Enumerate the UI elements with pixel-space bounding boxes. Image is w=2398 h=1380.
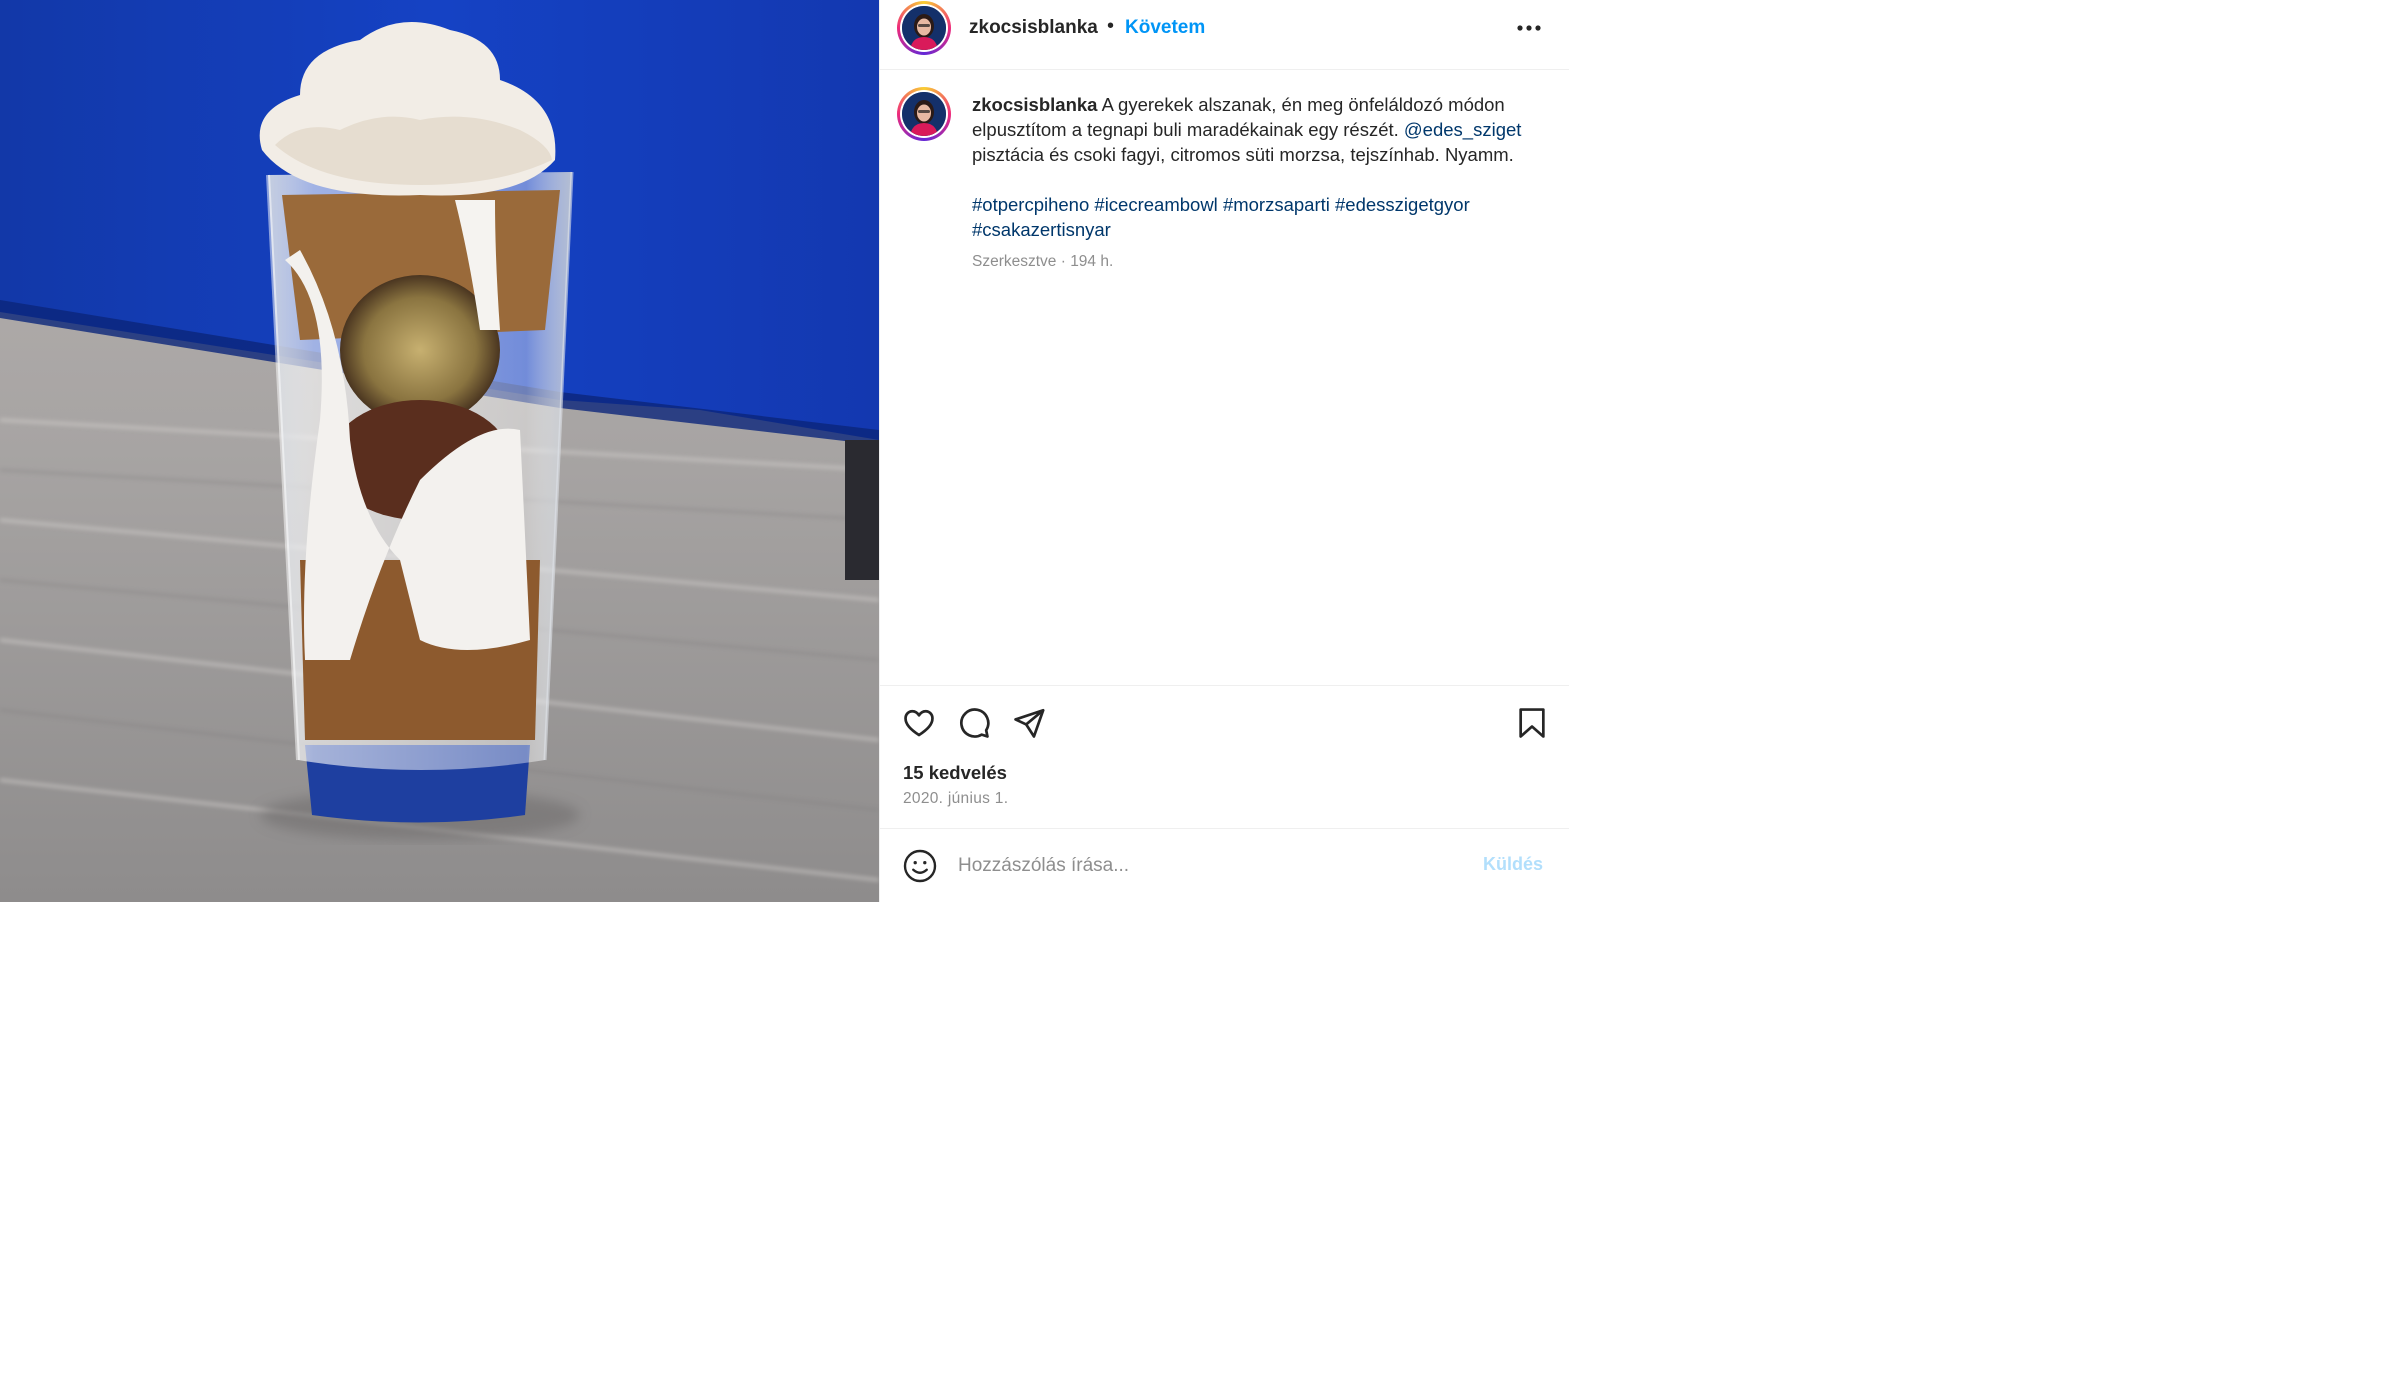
heart-icon[interactable] [901,705,937,741]
follow-button[interactable]: Követem [1125,17,1205,39]
share-icon[interactable] [1011,705,1047,741]
caption-body-continued: pisztácia és csoki fagyi, citromos süti … [972,144,1514,165]
author-avatar[interactable] [897,1,951,55]
emoji-icon[interactable] [902,848,938,884]
post-side-panel: zkocsisblanka • Követem zkocsisblanka A … [879,0,1569,902]
caption-meta: Szerkesztve · 194 h. [972,253,1114,270]
post-header: zkocsisblanka • Követem [880,0,1569,70]
post-actions: 15 kedvelés 2020. június 1. [880,685,1569,828]
comment-input[interactable] [958,851,1458,881]
hashtag-link[interactable]: #csakazertisnyar [972,219,1111,240]
avatar-image [902,92,946,136]
hashtag-link[interactable]: #otpercpiheno [972,194,1089,215]
caption-avatar[interactable] [897,87,951,141]
bookmark-icon[interactable] [1514,705,1550,741]
post-photo[interactable] [0,0,879,902]
hashtag-link[interactable]: #morzsaparti [1223,194,1330,215]
post-caption: zkocsisblanka A gyerekek alszanak, én me… [880,70,1569,685]
likes-count[interactable]: 15 kedvelés [903,762,1007,784]
more-options-icon[interactable] [1515,18,1543,38]
caption-text: zkocsisblanka A gyerekek alszanak, én me… [972,92,1542,272]
hashtag-link[interactable]: #edesszigetgyor [1335,194,1470,215]
caption-username[interactable]: zkocsisblanka [972,94,1097,115]
comment-bar: Küldés [880,828,1569,902]
hashtag-link[interactable]: #icecreambowl [1094,194,1217,215]
post-date: 2020. június 1. [903,790,1009,807]
separator-dot: • [1107,15,1115,37]
mention-link[interactable]: @edes_sziget [1404,119,1522,140]
avatar-image [902,6,946,50]
comment-icon[interactable] [956,705,992,741]
dessert-photo-image [0,0,879,902]
send-comment-button[interactable]: Küldés [1483,854,1543,875]
hashtag-list: #otpercpiheno #icecreambowl #morzsaparti… [972,192,1542,242]
author-username[interactable]: zkocsisblanka [969,17,1098,39]
